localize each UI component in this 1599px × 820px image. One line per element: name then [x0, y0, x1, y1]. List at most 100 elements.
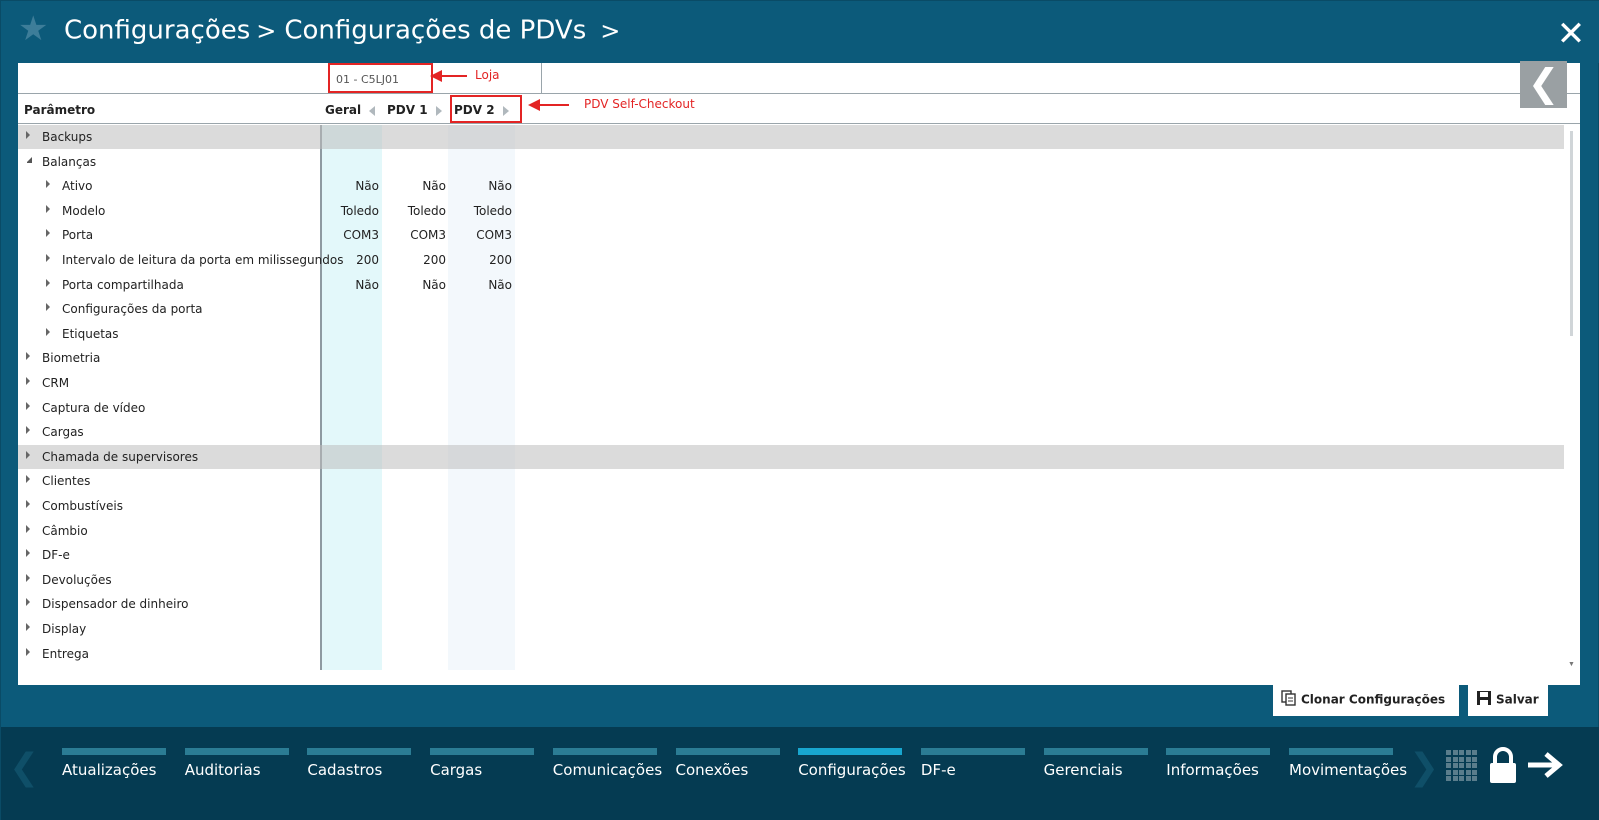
expand-icon[interactable] [26, 549, 30, 558]
table-row[interactable]: Câmbio [18, 519, 1564, 543]
table-row[interactable]: Etiquetas [18, 322, 1564, 346]
expand-icon[interactable] [46, 278, 50, 287]
nav-item[interactable]: Informações [1166, 748, 1271, 798]
table-row[interactable]: Biometria [18, 346, 1564, 370]
table-row[interactable]: Intervalo de leitura da porta em milisse… [18, 248, 1564, 272]
clone-config-button[interactable]: Clonar Configurações [1273, 683, 1459, 716]
row-value[interactable]: COM3 [323, 228, 379, 242]
nav-item[interactable]: Cargas [430, 748, 535, 798]
breadcrumb-item-configuracoes[interactable]: Configurações [64, 16, 250, 46]
scroll-down-icon[interactable]: ▼ [1568, 661, 1575, 668]
column-header-geral[interactable]: Geral [325, 103, 376, 117]
table-row[interactable]: Modelo Toledo Toledo Toledo [18, 199, 1564, 223]
expand-icon[interactable] [26, 623, 30, 631]
table-row[interactable]: Display [18, 617, 1564, 641]
copy-icon [1281, 690, 1296, 706]
nav-item[interactable]: Comunicações [552, 748, 662, 798]
expand-icon[interactable] [26, 598, 30, 607]
expand-icon[interactable] [26, 377, 30, 385]
exit-arrow-icon[interactable] [1526, 751, 1566, 779]
row-label: Modelo [62, 203, 106, 218]
expand-icon[interactable] [26, 524, 30, 533]
table-row[interactable]: Balanças [18, 150, 1564, 174]
store-selector[interactable]: 01 - C5LJ01 [328, 63, 433, 93]
apps-grid-dot [1459, 756, 1464, 762]
row-value[interactable]: 200 [323, 253, 379, 267]
favorite-star-icon[interactable]: ★ [18, 12, 50, 46]
scroll-right-icon[interactable] [435, 105, 442, 116]
collapse-panel-chevron-icon[interactable]: ❮ [1520, 61, 1567, 108]
nav-item[interactable]: Movimentações [1289, 748, 1407, 798]
table-row[interactable]: Captura de vídeo [18, 396, 1564, 420]
row-value[interactable]: Não [390, 278, 446, 292]
expand-icon[interactable] [26, 401, 30, 410]
expand-icon[interactable] [26, 647, 30, 656]
row-value[interactable]: Não [390, 179, 446, 193]
row-value[interactable]: Não [323, 278, 379, 292]
nav-prev-icon[interactable]: ❮ [9, 747, 39, 788]
table-row[interactable]: DF-e [18, 543, 1564, 567]
row-value[interactable]: Toledo [456, 204, 512, 218]
scroll-left-icon[interactable] [369, 105, 376, 116]
expand-icon[interactable] [46, 327, 50, 336]
nav-item-bar [552, 748, 657, 755]
nav-next-icon[interactable]: ❯ [1409, 747, 1439, 788]
vertical-scrollbar[interactable]: ▼ [1564, 125, 1580, 670]
expand-icon[interactable] [46, 229, 50, 238]
row-value[interactable]: Não [456, 179, 512, 193]
table-row[interactable]: Backups [18, 125, 1564, 149]
collapse-icon[interactable] [26, 156, 32, 163]
nav-item[interactable]: Configurações [798, 748, 906, 798]
expand-icon[interactable] [26, 450, 30, 459]
apps-grid-dot [1465, 769, 1471, 775]
table-row[interactable]: Ativo Não Não Não [18, 174, 1564, 198]
parameter-grid: Backups Balanças Ativo Não Não Não Modelo Toled… [18, 125, 1564, 670]
row-value[interactable]: COM3 [456, 228, 512, 242]
row-value[interactable]: COM3 [390, 228, 446, 242]
table-row[interactable]: Porta COM3 COM3 COM3 [18, 223, 1564, 247]
column-header-pdv1[interactable]: PDV 1 [387, 103, 442, 117]
nav-item[interactable]: Auditorias [184, 748, 289, 798]
close-button[interactable]: ✕ [1554, 17, 1588, 51]
table-row[interactable]: Combustíveis [18, 494, 1564, 518]
row-value[interactable]: Não [323, 179, 379, 193]
row-value[interactable]: Não [456, 278, 512, 292]
table-row[interactable]: CRM [18, 371, 1564, 395]
breadcrumb-item-pdvs[interactable]: Configurações de PDVs [284, 16, 586, 46]
expand-icon[interactable] [26, 131, 30, 139]
save-button[interactable]: Salvar [1468, 683, 1548, 716]
nav-item[interactable]: Conexões [675, 748, 780, 798]
row-value[interactable]: Toledo [323, 204, 379, 218]
expand-icon[interactable] [26, 500, 30, 508]
table-row[interactable]: Cargas [18, 420, 1564, 444]
expand-icon[interactable] [46, 303, 50, 312]
expand-icon[interactable] [46, 254, 50, 262]
nav-item-bar [62, 748, 166, 755]
expand-icon[interactable] [46, 204, 50, 213]
table-row[interactable]: Clientes [18, 469, 1564, 493]
column-header-geral-label: Geral [325, 103, 362, 117]
expand-icon[interactable] [26, 475, 30, 484]
apps-grid-icon[interactable] [1446, 750, 1478, 782]
nav-item[interactable]: Atualizações [62, 748, 166, 798]
table-row[interactable]: Porta compartilhada Não Não Não [18, 273, 1564, 297]
table-row[interactable]: Devoluções [18, 568, 1564, 592]
expand-icon[interactable] [46, 180, 50, 189]
table-row[interactable]: Configurações da porta [18, 297, 1564, 321]
expand-icon[interactable] [26, 426, 30, 435]
nav-item[interactable]: DF-e [920, 748, 1025, 798]
nav-item-bar [675, 748, 780, 755]
expand-icon[interactable] [26, 352, 30, 361]
row-value[interactable]: 200 [456, 253, 512, 267]
table-row[interactable]: Dispensador de dinheiro [18, 592, 1564, 616]
table-row[interactable]: Entrega [18, 642, 1564, 666]
nav-item[interactable]: Cadastros [307, 748, 412, 798]
expand-icon[interactable] [26, 573, 30, 582]
row-value[interactable]: Toledo [390, 204, 446, 218]
lock-icon[interactable] [1488, 747, 1518, 785]
nav-item-label: Comunicações [552, 761, 663, 779]
scrollbar-thumb[interactable] [1570, 131, 1573, 336]
table-row[interactable]: Chamada de supervisores [18, 444, 1564, 469]
row-value[interactable]: 200 [390, 253, 446, 267]
nav-item[interactable]: Gerenciais [1043, 748, 1148, 798]
